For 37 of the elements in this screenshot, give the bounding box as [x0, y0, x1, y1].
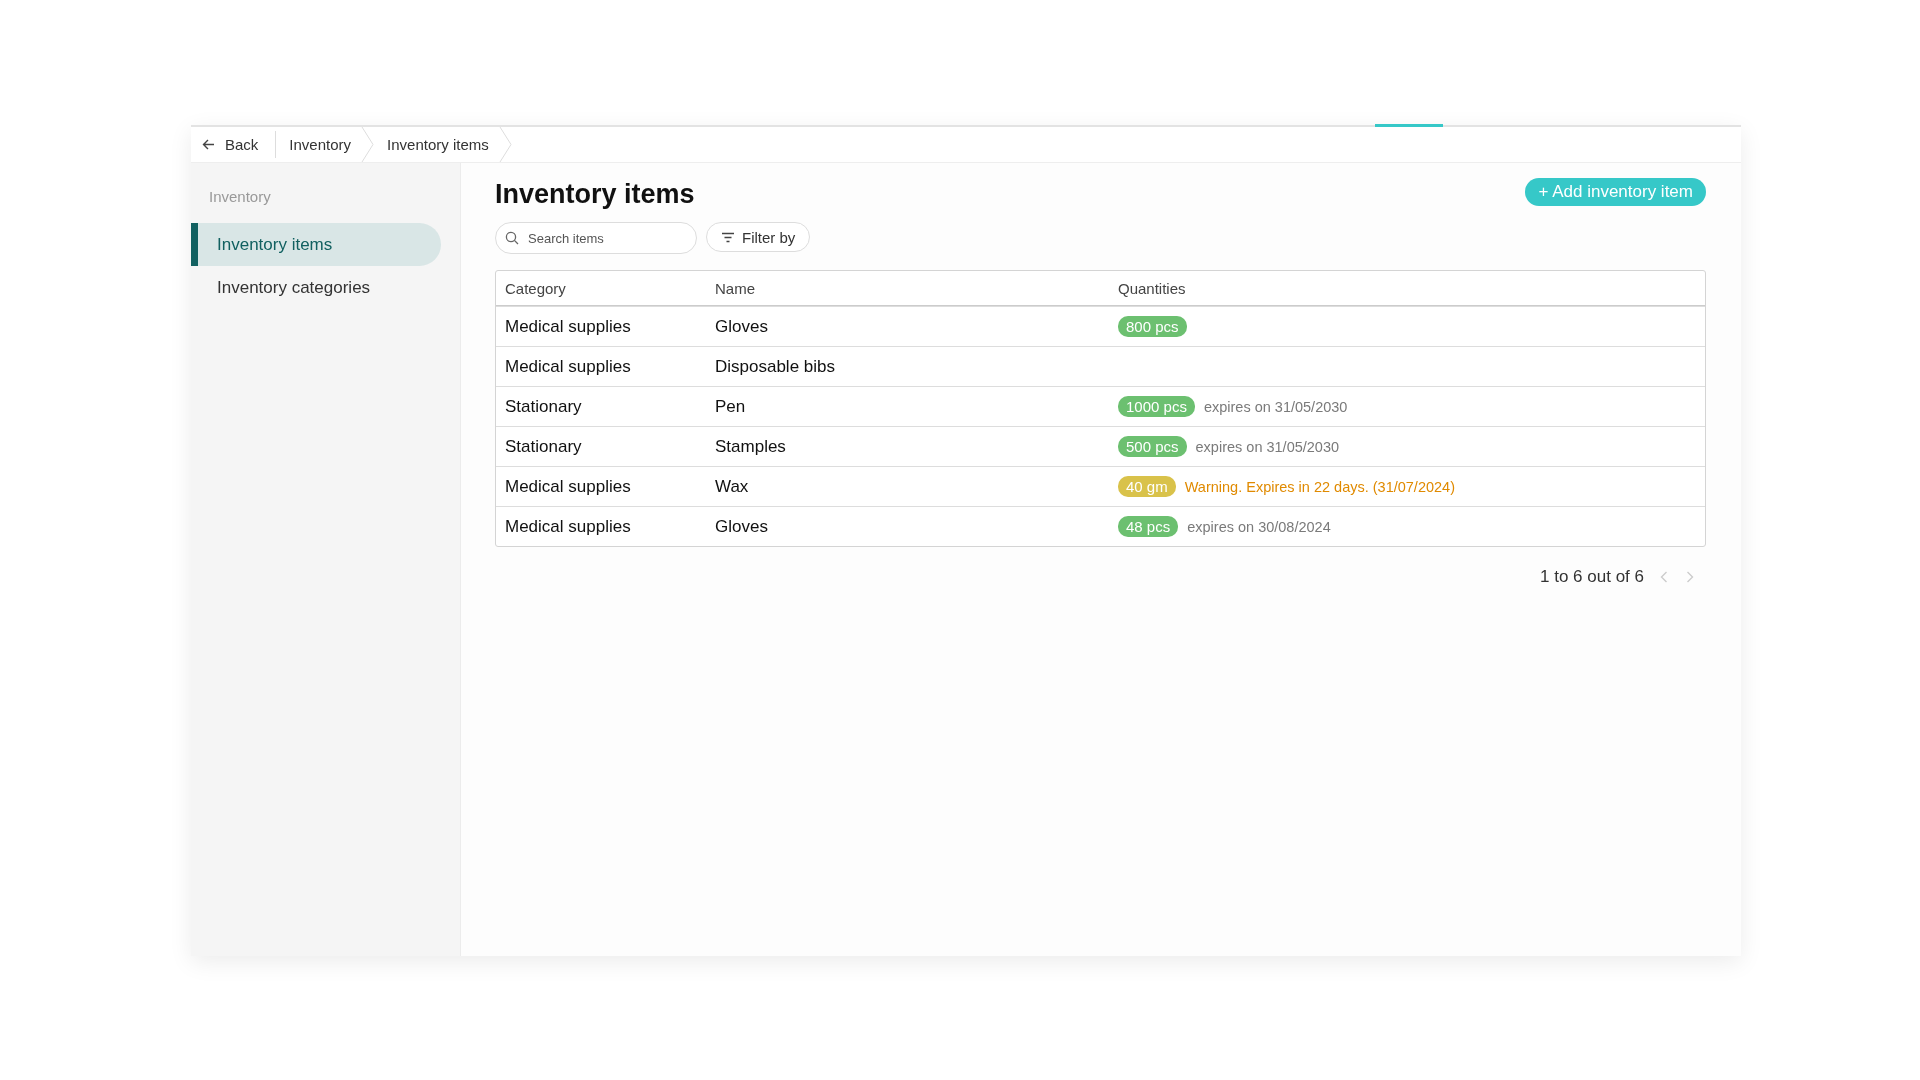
- table-cell: Medical supplies: [505, 356, 631, 377]
- expiry-note: Warning. Expires in 22 days. (31/07/2024): [1184, 478, 1455, 495]
- search-field[interactable]: Search items: [495, 222, 697, 254]
- quantity-badge: 1000 pcs: [1118, 396, 1195, 417]
- table-cell: Medical supplies: [505, 316, 631, 337]
- table-cell: Gloves: [715, 516, 768, 537]
- table-cell: Medical supplies: [505, 476, 631, 497]
- column-header: Quantities: [1117, 279, 1187, 297]
- filter-icon: [721, 231, 735, 243]
- table-cell: Gloves: [715, 316, 768, 337]
- back-link[interactable]: Back: [191, 131, 277, 158]
- table-cell: Medical supplies: [505, 516, 631, 537]
- top-accent-line: [1375, 124, 1443, 127]
- sidebar-item[interactable]: Inventory categories: [191, 266, 441, 309]
- expiry-note: expires on 31/05/2030: [1203, 398, 1348, 415]
- expiry-note: expires on 30/08/2024: [1187, 518, 1331, 535]
- table-cell: Stationary: [505, 436, 582, 457]
- quantity-badge: 500 pcs: [1118, 436, 1187, 457]
- sidebar-heading: Inventory: [208, 188, 272, 205]
- pagination-summary: 1 to 6 out of 6: [1540, 567, 1644, 587]
- quantity-badge: 40 gm: [1118, 476, 1176, 497]
- table-cell: Stamples: [715, 436, 786, 457]
- sidebar-item[interactable]: Inventory items: [191, 223, 441, 266]
- breadcrumb-link[interactable]: Inventory items: [374, 136, 499, 153]
- quantity-badge: 48 pcs: [1118, 516, 1179, 537]
- breadcrumb-link[interactable]: Inventory: [276, 136, 362, 153]
- page-title: Inventory items: [495, 179, 695, 210]
- table-cell: Pen: [715, 396, 746, 417]
- back-arrow-icon: [202, 139, 215, 150]
- quantity-badge: 800 pcs: [1118, 316, 1187, 337]
- column-header: Name: [714, 279, 756, 297]
- expiry-note: expires on 31/05/2030: [1195, 438, 1340, 455]
- filter-button[interactable]: Filter by: [706, 222, 811, 252]
- table-cell: Disposable bibs: [715, 356, 835, 377]
- table-cell: Stationary: [505, 396, 582, 417]
- table-cell: Wax: [715, 476, 749, 497]
- column-header: Category: [504, 279, 567, 297]
